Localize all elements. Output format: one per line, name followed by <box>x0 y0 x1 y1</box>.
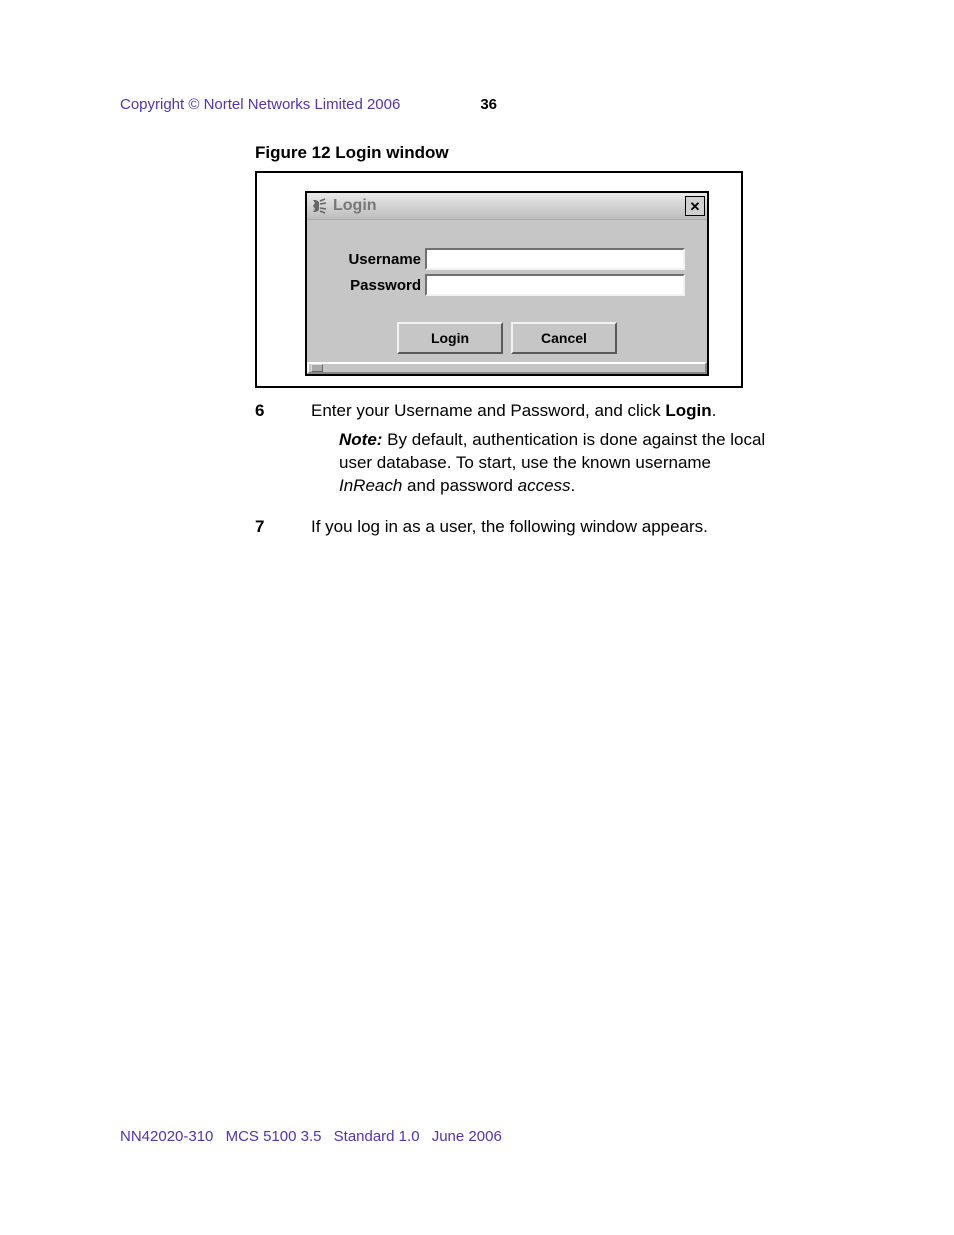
note-text2: and password <box>402 476 517 495</box>
dialog-button-row: Login Cancel <box>329 322 685 354</box>
figure-caption: Figure 12 Login window <box>255 143 834 163</box>
login-button[interactable]: Login <box>397 322 503 354</box>
password-input[interactable] <box>425 274 685 296</box>
copyright-text: Copyright © Nortel Networks Limited 2006 <box>120 96 400 113</box>
login-titlebar: Login ✕ <box>307 193 707 220</box>
step-text: If you log in as a user, the following w… <box>311 516 775 539</box>
username-input[interactable] <box>425 248 685 270</box>
note-block: Note: By default, authentication is done… <box>339 429 775 498</box>
close-icon: ✕ <box>690 200 701 213</box>
footer-status: Standard 1.0 <box>334 1128 420 1145</box>
instruction-steps: 6 Enter your Username and Password, and … <box>255 400 775 539</box>
note-text3: . <box>571 476 576 495</box>
login-body: Username Password Login Cancel <box>307 220 707 362</box>
step6-post: . <box>712 401 717 420</box>
step6-bold: Login <box>665 401 711 420</box>
kde-gear-icon <box>309 196 329 216</box>
cancel-button[interactable]: Cancel <box>511 322 617 354</box>
note-text1: By default, authentication is done again… <box>339 430 765 472</box>
step-7: 7 If you log in as a user, the following… <box>255 516 775 539</box>
login-dialog: Login ✕ Username Password Login Cancel <box>305 191 709 376</box>
password-label: Password <box>329 277 425 294</box>
footer-date: June 2006 <box>432 1128 502 1145</box>
page-number: 36 <box>480 96 497 113</box>
horizontal-scrollbar[interactable] <box>307 362 707 374</box>
note-username: InReach <box>339 476 402 495</box>
password-row: Password <box>329 274 685 296</box>
footer-product: MCS 5100 3.5 <box>226 1128 322 1145</box>
footer-doc-id: NN42020-310 <box>120 1128 213 1145</box>
figure-frame: Login ✕ Username Password Login Cancel <box>255 171 743 388</box>
note-password: access <box>518 476 571 495</box>
step-6: 6 Enter your Username and Password, and … <box>255 400 775 510</box>
page-header: Copyright © Nortel Networks Limited 2006… <box>120 96 834 113</box>
step-number: 7 <box>255 516 311 539</box>
login-window-title: Login <box>333 197 685 215</box>
username-label: Username <box>329 251 425 268</box>
close-button[interactable]: ✕ <box>685 196 705 216</box>
page-footer: NN42020-310 MCS 5100 3.5 Standard 1.0 Ju… <box>120 1128 510 1145</box>
username-row: Username <box>329 248 685 270</box>
step-text: Enter your Username and Password, and cl… <box>311 400 775 510</box>
step6-pre: Enter your Username and Password, and cl… <box>311 401 665 420</box>
step-number: 6 <box>255 400 311 510</box>
note-label: Note: <box>339 430 382 449</box>
